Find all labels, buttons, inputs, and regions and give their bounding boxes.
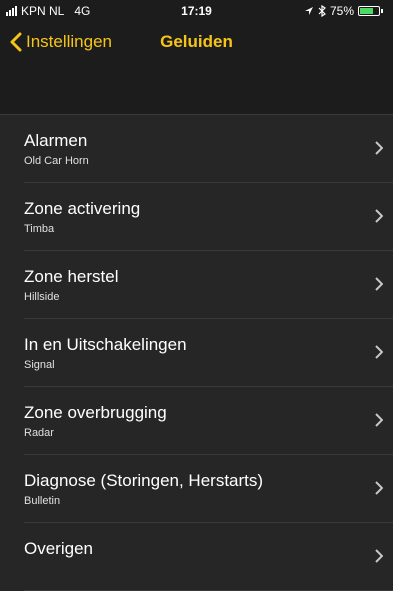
list-item-diagnose[interactable]: Diagnose (Storingen, Herstarts) Bulletin <box>0 455 393 523</box>
bluetooth-icon <box>318 5 326 17</box>
list-item-zone-activering[interactable]: Zone activering Timba <box>0 183 393 251</box>
navigation-bar: Instellingen Geluiden <box>0 20 393 64</box>
header-spacer <box>0 64 393 114</box>
list-item-alarmen[interactable]: Alarmen Old Car Horn <box>0 115 393 183</box>
chevron-right-icon <box>375 481 383 495</box>
battery-icon <box>358 6 380 16</box>
list-item-in-en-uitschakelingen[interactable]: In en Uitschakelingen Signal <box>0 319 393 387</box>
chevron-right-icon <box>375 209 383 223</box>
chevron-right-icon <box>375 549 383 563</box>
list-item-title: Overigen <box>24 539 93 558</box>
battery-tip <box>381 9 383 13</box>
list-item-subtitle: Timba <box>24 223 55 235</box>
chevron-right-icon <box>375 345 383 359</box>
list-item-title: In en Uitschakelingen <box>24 335 187 354</box>
location-arrow-icon <box>304 7 313 15</box>
chevron-right-icon <box>375 413 383 427</box>
chevron-right-icon <box>375 141 383 155</box>
list-item-zone-herstel[interactable]: Zone herstel Hillside <box>0 251 393 319</box>
list-item-title: Alarmen <box>24 131 88 150</box>
list-item-title: Zone overbrugging <box>24 403 167 422</box>
list-item-subtitle: Hillside <box>24 291 60 303</box>
status-bar: KPN NL 4G 17:19 75% <box>0 0 393 20</box>
battery-fill <box>360 8 373 14</box>
list-item-subtitle: Bulletin <box>24 495 61 507</box>
sound-settings-list: Alarmen Old Car Horn Zone activering Tim… <box>0 114 393 591</box>
list-item-overigen[interactable]: Overigen <box>0 523 393 591</box>
list-item-zone-overbrugging[interactable]: Zone overbrugging Radar <box>0 387 393 455</box>
list-item-subtitle: Signal <box>24 359 55 371</box>
status-right: 75% <box>304 4 383 18</box>
chevron-right-icon <box>375 277 383 291</box>
page-title: Geluiden <box>160 32 233 51</box>
list-item-title: Zone herstel <box>24 267 119 286</box>
list-item-subtitle: Old Car Horn <box>24 155 89 167</box>
list-item-subtitle: Radar <box>24 427 54 439</box>
list-item-title: Diagnose (Storingen, Herstarts) <box>24 471 264 490</box>
battery-percentage: 75% <box>329 4 354 18</box>
list-item-title: Zone activering <box>24 199 141 218</box>
